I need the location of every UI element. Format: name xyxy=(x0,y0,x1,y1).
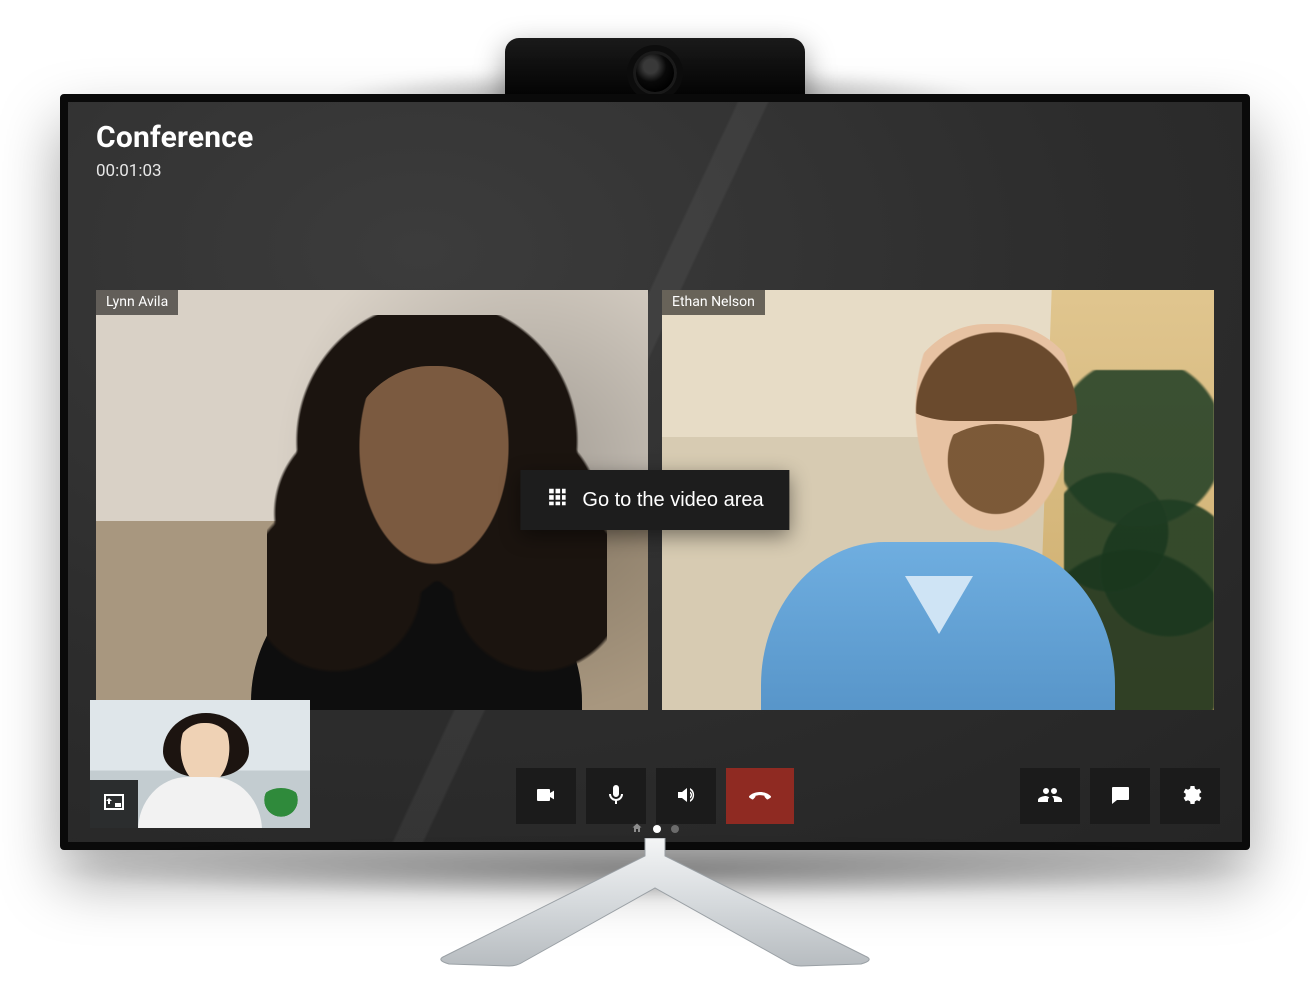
gear-icon xyxy=(1178,783,1202,810)
overlay-label: Go to the video area xyxy=(582,489,763,512)
go-to-video-area-button[interactable]: Go to the video area xyxy=(520,470,789,530)
video-grid: Lynn Avila Ethan Nelson Go to t xyxy=(96,290,1214,710)
page-dot[interactable] xyxy=(671,825,679,833)
tv-frame: Conference 00:01:03 Lynn Avila xyxy=(60,94,1250,850)
mic-button[interactable] xyxy=(586,768,646,824)
home-icon xyxy=(631,819,643,838)
grid-icon xyxy=(546,486,568,514)
chat-button[interactable] xyxy=(1090,768,1150,824)
center-controls xyxy=(516,768,794,824)
chat-icon xyxy=(1108,783,1132,810)
self-view[interactable] xyxy=(90,700,310,828)
pip-swap-icon xyxy=(102,790,126,818)
right-controls xyxy=(1020,768,1220,824)
hangup-icon xyxy=(748,783,772,810)
hangup-button[interactable] xyxy=(726,768,794,824)
self-view-swap-button[interactable] xyxy=(90,780,138,828)
shadow xyxy=(40,840,1270,900)
screen: Conference 00:01:03 Lynn Avila xyxy=(68,102,1242,842)
participants-button[interactable] xyxy=(1020,768,1080,824)
people-icon xyxy=(1038,783,1062,810)
page-indicator xyxy=(631,819,679,838)
speaker-button[interactable] xyxy=(656,768,716,824)
camera-icon xyxy=(534,783,558,810)
call-duration: 00:01:03 xyxy=(96,161,254,181)
participant-name-badge: Lynn Avila xyxy=(96,290,178,315)
settings-button[interactable] xyxy=(1160,768,1220,824)
header: Conference 00:01:03 xyxy=(96,120,254,181)
speaker-icon xyxy=(674,783,698,810)
camera-button[interactable] xyxy=(516,768,576,824)
page-dot[interactable] xyxy=(653,825,661,833)
page-title: Conference xyxy=(96,120,254,155)
bottom-bar xyxy=(68,708,1242,842)
mic-icon xyxy=(604,783,628,810)
participant-name-badge: Ethan Nelson xyxy=(662,290,765,315)
